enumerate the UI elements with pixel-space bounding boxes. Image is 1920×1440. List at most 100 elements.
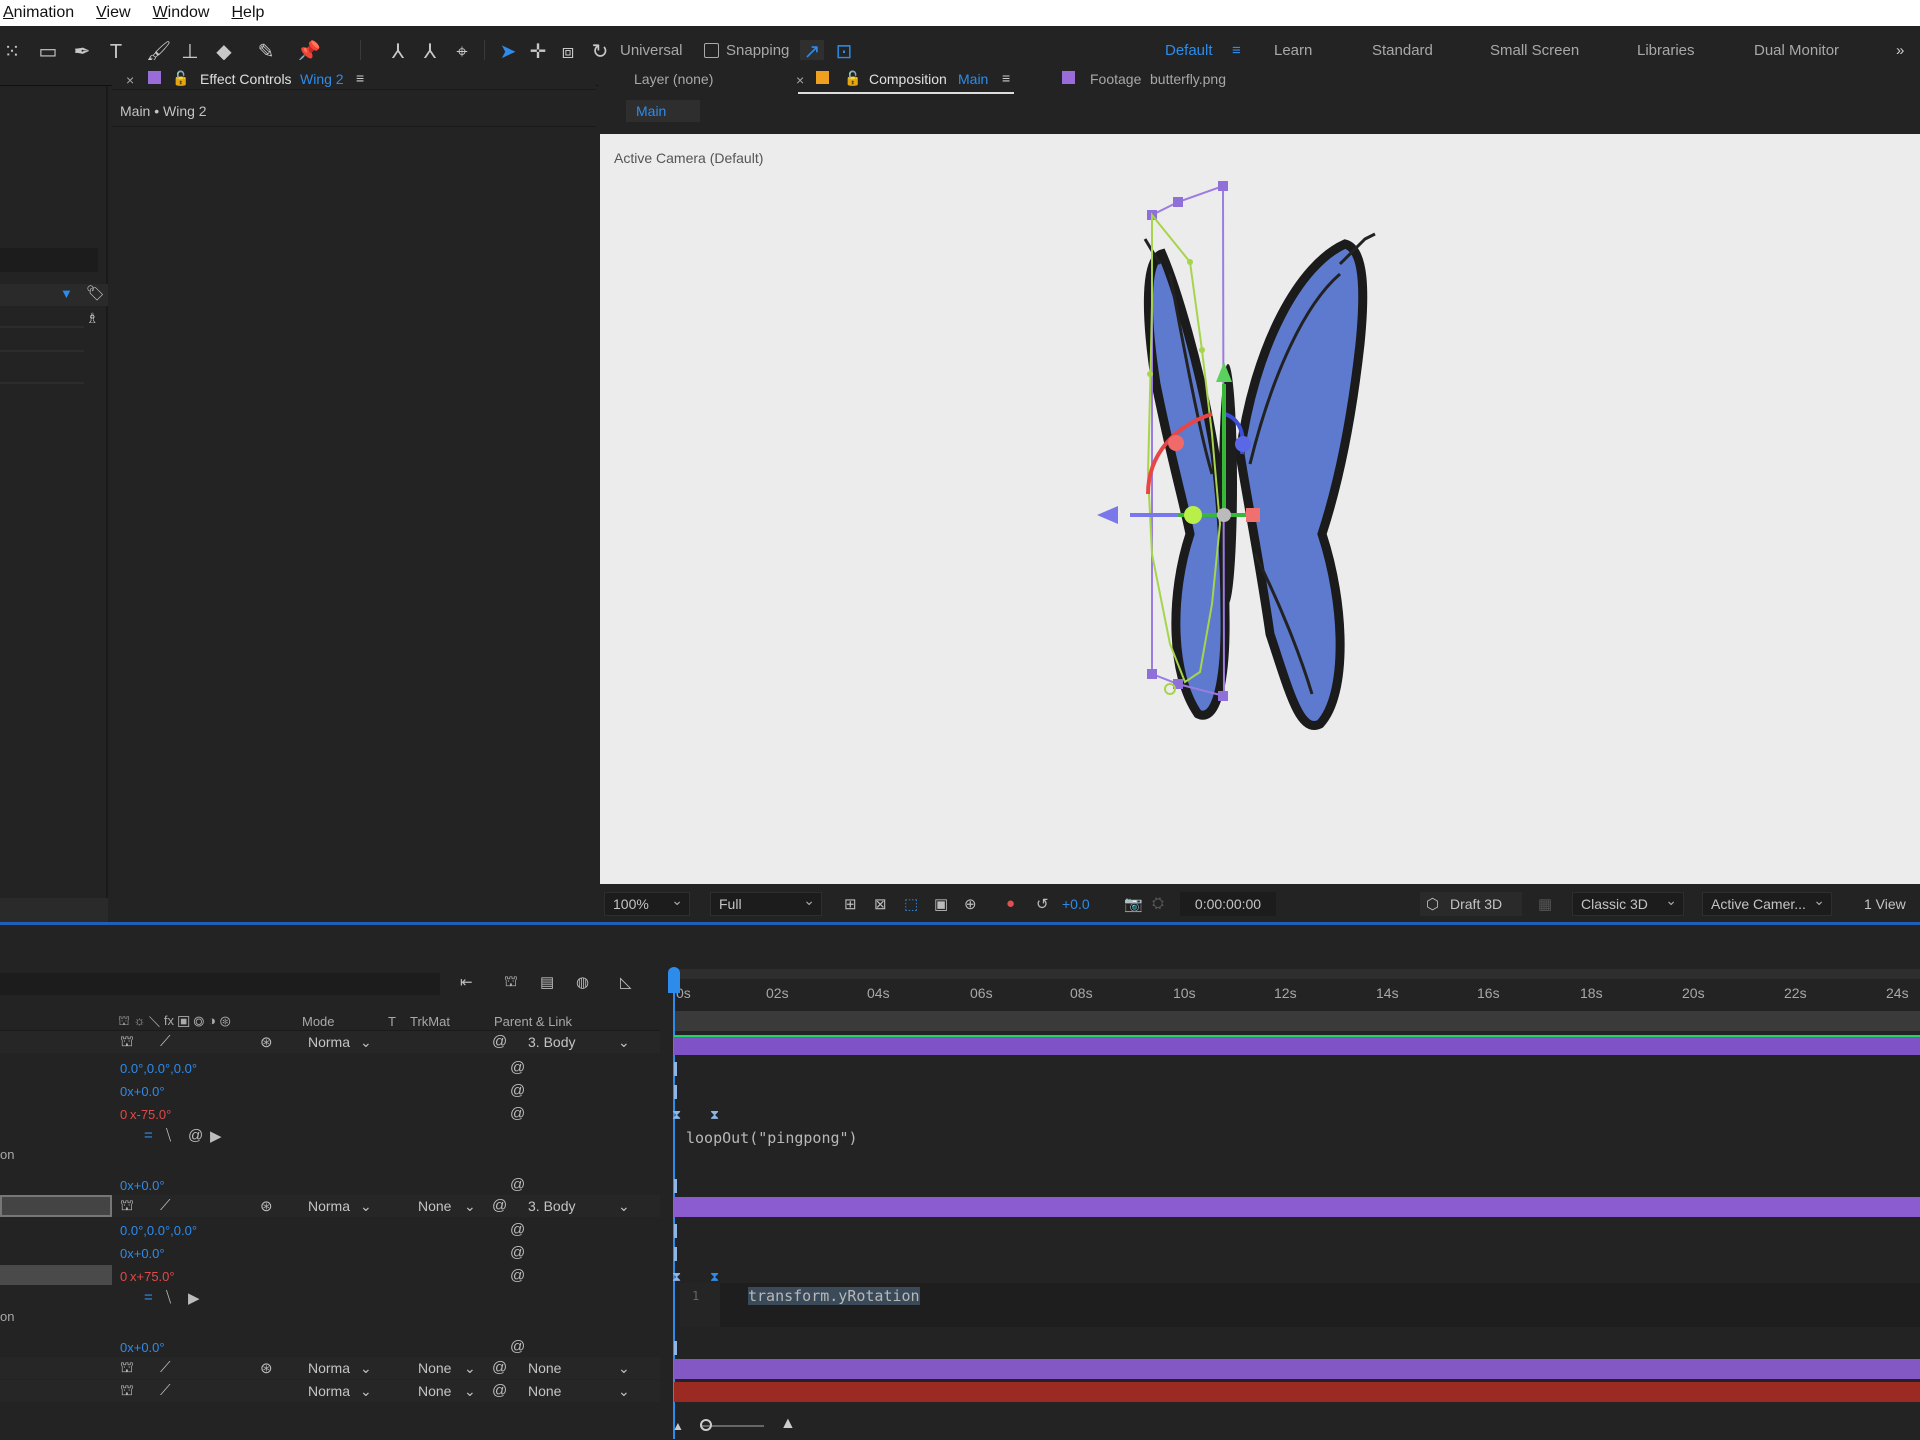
timecode-field[interactable]: 0:00:00:00: [1180, 892, 1276, 916]
pickwhip-icon[interactable]: @: [510, 1176, 525, 1193]
parent-dropdown[interactable]: 3. Body: [528, 1196, 575, 1216]
z-rotation-value[interactable]: 0x+0.0°: [120, 1340, 165, 1355]
shy-layers-icon[interactable]: ⛫: [504, 973, 518, 992]
expression-graph-icon[interactable]: ⧹: [166, 1127, 171, 1144]
mask-visibility-icon[interactable]: ⬚: [904, 895, 918, 913]
work-area-bar[interactable]: [668, 969, 1920, 979]
track-matte-dropdown[interactable]: None: [418, 1381, 451, 1401]
expression-language-menu-icon[interactable]: ▶: [188, 1289, 200, 1307]
y-rotation-revolutions[interactable]: 0: [120, 1107, 127, 1122]
project-search-input[interactable]: [0, 248, 98, 272]
parent-dropdown[interactable]: None: [528, 1358, 561, 1378]
layer-name-field[interactable]: [0, 1195, 112, 1217]
layer-row-4[interactable]: ⛫ ⟋ Norma ⌄ None ⌄ @ None ⌄: [0, 1380, 660, 1402]
workspace-standard[interactable]: Standard: [1372, 42, 1433, 59]
layer-bar-wing-1[interactable]: [674, 1035, 1920, 1055]
comp-lock-icon[interactable]: 🔓: [844, 70, 861, 87]
composition-name[interactable]: Main: [958, 71, 988, 87]
comp-subtab-main[interactable]: Main: [626, 100, 700, 122]
panel-menu-icon[interactable]: ≡: [356, 70, 364, 86]
extended-viewer-icon[interactable]: ▦: [1538, 895, 1552, 913]
workspace-overflow-icon[interactable]: »: [1896, 42, 1904, 59]
3d-layer-icon[interactable]: ⊛: [260, 1359, 273, 1377]
pickwhip-icon[interactable]: @: [492, 1033, 507, 1050]
pickwhip-icon[interactable]: @: [492, 1382, 507, 1399]
parent-dropdown[interactable]: 3. Body: [528, 1032, 575, 1052]
track-matte-dropdown[interactable]: None: [418, 1358, 451, 1378]
3d-layer-icon[interactable]: ⊛: [260, 1197, 273, 1215]
quality-switch-icon[interactable]: ⟋: [160, 1382, 171, 1399]
rectangle-tool-icon[interactable]: ▭: [36, 40, 60, 64]
timeline-navigator[interactable]: [674, 1011, 1920, 1031]
pickwhip-icon[interactable]: @: [492, 1359, 507, 1376]
lock-icon[interactable]: 🔓: [172, 70, 189, 87]
y-rotate-handle[interactable]: [1184, 506, 1202, 524]
hierarchy-icon[interactable]: ♗: [86, 310, 99, 327]
expression-editor-1[interactable]: loopOut("pingpong"): [686, 1129, 858, 1147]
pickwhip-icon[interactable]: @: [510, 1105, 525, 1122]
footage-tab[interactable]: Footage: [1090, 71, 1141, 87]
close-tab-icon[interactable]: ×: [126, 72, 134, 88]
expression-enable-icon[interactable]: =: [144, 1289, 153, 1306]
timeline-search-input[interactable]: [0, 973, 440, 995]
blend-mode-dropdown[interactable]: Norma: [308, 1196, 350, 1216]
workspace-default[interactable]: Default: [1165, 42, 1213, 59]
blend-mode-dropdown[interactable]: Norma: [308, 1032, 350, 1052]
quality-switch-icon[interactable]: ⟋: [160, 1359, 171, 1376]
3d-layer-icon[interactable]: ⊛: [260, 1033, 273, 1051]
exposure-value[interactable]: +0.0: [1062, 896, 1090, 912]
keyframe-icon[interactable]: ⧗: [710, 1107, 719, 1123]
menu-animation[interactable]: Animation: [3, 4, 74, 22]
composition-tab[interactable]: Composition: [869, 71, 947, 87]
fast-previews-icon[interactable]: ⊞: [844, 895, 857, 913]
workspace-small-screen[interactable]: Small Screen: [1490, 42, 1579, 59]
sort-arrow-icon[interactable]: ▼: [60, 286, 73, 301]
expression-text-selected[interactable]: transform.yRotation: [748, 1287, 920, 1305]
layer-bar-3[interactable]: [674, 1359, 1920, 1379]
y-rotation-revolutions[interactable]: 0: [120, 1269, 127, 1284]
expression-enable-icon[interactable]: =: [144, 1127, 153, 1144]
z-rotate-handle[interactable]: [1235, 436, 1251, 452]
footage-name[interactable]: butterfly.png: [1150, 71, 1226, 87]
blend-mode-dropdown[interactable]: Norma: [308, 1381, 350, 1401]
transparency-grid-icon[interactable]: ⊠: [874, 895, 887, 913]
quality-switch-icon[interactable]: ⟋: [160, 1033, 171, 1050]
layer-tab[interactable]: Layer (none): [634, 71, 713, 87]
region-of-interest-icon[interactable]: ▣: [934, 895, 948, 913]
parent-dropdown[interactable]: None: [528, 1381, 561, 1401]
y-rotation-value[interactable]: x-75.0°: [130, 1107, 171, 1122]
expression-language-menu-icon[interactable]: ▶: [210, 1127, 222, 1145]
effect-controls-tab[interactable]: × 🔓 Effect Controls Wing 2 ≡: [112, 60, 596, 90]
anchor-point[interactable]: [1217, 508, 1231, 522]
comp-flowchart-icon[interactable]: ⇤: [460, 973, 473, 991]
pickwhip-icon[interactable]: @: [492, 1197, 507, 1214]
zoom-in-icon[interactable]: ▲: [780, 1415, 796, 1433]
shy-switch-icon[interactable]: ⛫: [120, 1033, 134, 1052]
view-layout-dropdown[interactable]: 1 View: [1842, 892, 1920, 916]
shy-switch-icon[interactable]: ⛫: [120, 1359, 134, 1378]
graph-editor-icon[interactable]: ◺: [620, 973, 632, 991]
shy-switch-icon[interactable]: ⛫: [120, 1197, 134, 1216]
camera-dropdown[interactable]: Active Camer...: [1702, 889, 1832, 916]
selected-property-row[interactable]: [0, 1265, 112, 1285]
zoom-out-icon[interactable]: ▲: [672, 1419, 684, 1433]
zoom-slider-handle[interactable]: [700, 1419, 712, 1431]
menu-window[interactable]: Window: [153, 4, 210, 22]
layer-row-wing-2[interactable]: ⛫ ⟋ ⊛ Norma ⌄ None ⌄ @ 3. Body ⌄: [0, 1195, 660, 1217]
frame-blending-icon[interactable]: ▤: [540, 973, 554, 991]
expression-pickwhip-icon[interactable]: @: [188, 1127, 203, 1144]
keyframe-icon[interactable]: ⧗: [672, 1107, 681, 1123]
pickwhip-icon[interactable]: @: [510, 1267, 525, 1284]
motion-blur-icon[interactable]: ◍: [576, 973, 589, 991]
expression-graph-icon[interactable]: ⧹: [166, 1289, 171, 1306]
reset-exposure-icon[interactable]: ↺: [1036, 895, 1049, 913]
pickwhip-icon[interactable]: @: [510, 1244, 525, 1261]
composition-viewer[interactable]: Active Camera (Default): [600, 134, 1920, 884]
pickwhip-icon[interactable]: @: [510, 1082, 525, 1099]
show-snapshot-icon[interactable]: ⛭: [1152, 895, 1164, 912]
z-axis-arrow[interactable]: [1097, 506, 1118, 524]
workspace-libraries[interactable]: Libraries: [1637, 42, 1695, 59]
x-rotation-value[interactable]: 0x+0.0°: [120, 1246, 165, 1261]
y-rotation-value[interactable]: x+75.0°: [130, 1269, 175, 1284]
universal-label[interactable]: Universal: [620, 42, 683, 59]
